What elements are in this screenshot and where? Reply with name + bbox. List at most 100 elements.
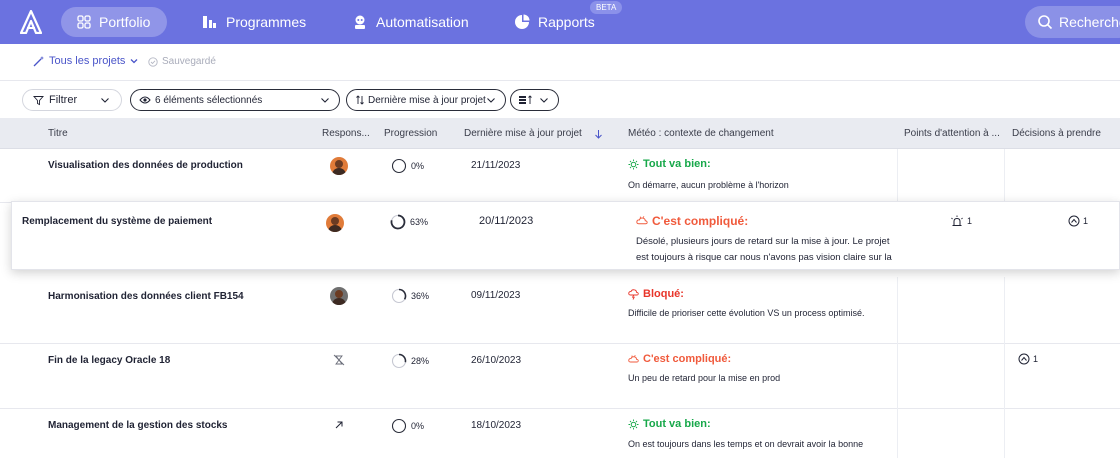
progress-ring-icon [391, 353, 407, 369]
project-title[interactable]: Remplacement du système de paiement [22, 216, 212, 227]
grid-icon [77, 15, 91, 29]
updated-label: Dernière mise à jour projet [368, 94, 486, 106]
project-title[interactable]: Management de la gestion des stocks [48, 420, 228, 431]
saved-label: Sauvegardé [162, 56, 216, 67]
sort-arrows-icon [356, 95, 364, 105]
chevron-down-icon [101, 98, 109, 103]
programmes-icon [203, 16, 216, 28]
decision-icon [1018, 353, 1030, 365]
column-divider [897, 409, 898, 458]
table-row-dragging[interactable]: Remplacement du système de paiement 63% … [11, 201, 1120, 270]
storm-icon [628, 288, 639, 300]
weather-status-label: C'est compliqué: [643, 353, 732, 365]
table-row[interactable]: Harmonisation des données client FB154 3… [0, 277, 1120, 344]
table-row[interactable]: Management de la gestion des stocks 0% 1… [0, 409, 1120, 458]
weather-text: est toujours à risque car nous n'avons p… [636, 252, 892, 263]
projects-dropdown[interactable]: Tous les projets [33, 55, 139, 67]
table-row[interactable]: Visualisation des données de production … [0, 149, 1120, 203]
update-date: 18/10/2023 [471, 420, 522, 431]
column-divider [897, 344, 898, 409]
column-divider [897, 277, 898, 344]
update-date: 20/11/2023 [479, 215, 534, 227]
filter-dropdown[interactable]: Filtrer [22, 89, 122, 111]
nav-automatisation[interactable]: Automatisation [352, 7, 469, 37]
cloud-icon [636, 216, 648, 225]
table-header: Titre Respons... Progression Dernière mi… [0, 118, 1120, 149]
magic-wand-icon [33, 56, 44, 67]
column-divider [1004, 409, 1005, 458]
sort-dropdown[interactable]: Dernière mise à jour projet [346, 89, 506, 111]
weather-status-label: Tout va bien: [643, 158, 711, 170]
progress-ring-icon [391, 158, 407, 174]
sun-icon [628, 419, 639, 429]
weather-status-label: Tout va bien: [643, 418, 711, 430]
attention-count[interactable]: 1 [950, 215, 972, 227]
attention-count-value: 1 [967, 216, 973, 226]
weather-status: C'est compliqué: [636, 214, 748, 228]
no-owner-icon[interactable] [333, 354, 345, 366]
progress-ring-icon [390, 214, 406, 230]
column-header-derniere-maj[interactable]: Dernière mise à jour projet [464, 128, 603, 139]
robot-icon [355, 15, 365, 29]
nav-programmes-label: Programmes [226, 14, 307, 30]
weather-status-label: C'est compliqué: [652, 214, 749, 228]
column-header-progression[interactable]: Progression [384, 128, 437, 139]
project-title[interactable]: Harmonisation des données client FB154 [48, 291, 244, 302]
progress-value: 63% [410, 217, 429, 227]
avatar[interactable] [330, 157, 348, 175]
arrow-up-right-icon[interactable] [334, 420, 344, 430]
column-header-responsable[interactable]: Respons... [322, 128, 370, 139]
nav-portfolio-label: Portfolio [99, 14, 151, 30]
projects-label: Tous les projets [49, 55, 126, 67]
top-nav: Portfolio Programmes Automatisation Rapp… [0, 0, 1120, 44]
weather-text: On est toujours dans les temps et on dev… [628, 439, 864, 449]
chevron-down-icon [540, 98, 548, 103]
decisions-count[interactable]: 1 [1018, 353, 1038, 365]
columns-selector[interactable]: 6 éléments sélectionnés [130, 89, 340, 111]
column-header-decisions[interactable]: Décisions à prendre [1012, 128, 1101, 139]
view-toolbar: Tous les projets Sauvegardé [0, 44, 1120, 81]
nav-rapports-label: Rapports [538, 14, 595, 30]
weather-status-label: Bloqué: [643, 288, 684, 300]
column-header-points-attention[interactable]: Points d'attention à ... [904, 128, 1000, 139]
chevron-down-icon [487, 98, 495, 103]
column-header-meteo[interactable]: Météo : contexte de changement [628, 128, 774, 139]
progress-cell: 36% [391, 288, 429, 304]
nav-programmes[interactable]: Programmes [202, 7, 306, 37]
progress-ring-icon [391, 418, 407, 434]
search-button[interactable]: Rechercher [1025, 6, 1120, 38]
arrow-down-icon [594, 129, 602, 139]
nav-automatisation-label: Automatisation [376, 14, 469, 30]
project-title[interactable]: Fin de la legacy Oracle 18 [48, 355, 170, 366]
weather-text: Désolé, plusieurs jours de retard sur la… [636, 236, 890, 247]
avatar[interactable] [330, 287, 348, 305]
check-circle-icon [148, 56, 158, 67]
column-divider [1004, 149, 1005, 203]
progress-value: 0% [411, 421, 425, 431]
weather-status: Tout va bien: [628, 158, 711, 170]
weather-text: Difficile de prioriser cette évolution V… [628, 308, 865, 318]
progress-cell: 0% [391, 418, 424, 434]
rows-density-icon [519, 95, 532, 104]
progress-value: 36% [411, 291, 430, 301]
decisions-count-value: 1 [1033, 354, 1039, 364]
progress-ring-icon [391, 288, 407, 304]
column-divider [1004, 277, 1005, 344]
column-header-titre[interactable]: Titre [48, 128, 68, 139]
project-title[interactable]: Visualisation des données de production [48, 160, 243, 171]
cloud-icon [628, 354, 639, 362]
density-toggle[interactable] [510, 89, 559, 111]
table-row[interactable]: Fin de la legacy Oracle 18 28% 26/10/202… [0, 344, 1120, 409]
column-divider [897, 149, 898, 203]
weather-text: On démarre, aucun problème à l'horizon [628, 180, 789, 190]
decisions-count[interactable]: 1 [1068, 215, 1088, 227]
filter-label: Filtrer [49, 94, 78, 106]
update-date: 26/10/2023 [471, 355, 522, 366]
nav-rapports[interactable]: Rapports [514, 7, 595, 37]
nav-portfolio[interactable]: Portfolio [61, 7, 167, 37]
avatar[interactable] [326, 214, 344, 232]
progress-cell: 63% [390, 214, 428, 230]
update-date: 21/11/2023 [471, 160, 521, 171]
app-logo[interactable] [20, 10, 42, 34]
weather-status: Tout va bien: [628, 418, 711, 430]
